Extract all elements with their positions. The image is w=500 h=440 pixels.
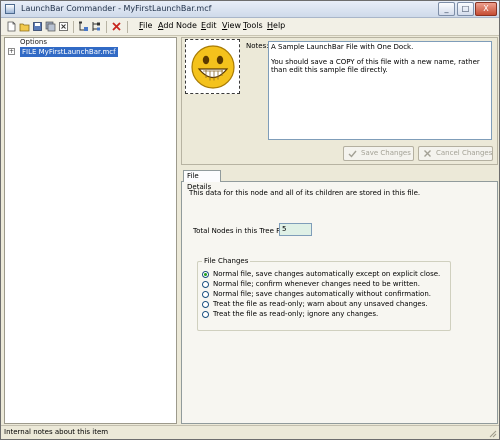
toolbar-separator (127, 21, 128, 33)
save-icon[interactable] (32, 21, 43, 32)
radio-button[interactable] (202, 301, 209, 308)
status-text: Internal notes about this item (4, 428, 109, 436)
menu-help[interactable]: Help (267, 21, 285, 30)
save-changes-label: Save Changes (361, 149, 411, 157)
menu-view[interactable]: View (222, 21, 241, 30)
delete-icon[interactable] (111, 21, 122, 32)
tree-node-file[interactable]: + FILE MyFirstLaunchBar.mcf (7, 47, 175, 57)
resize-grip-icon[interactable] (488, 429, 497, 438)
menu-edit-label: dit (206, 21, 217, 30)
maximize-button[interactable]: □ (457, 2, 474, 16)
radio-label[interactable]: Normal file, save changes automatically … (213, 270, 440, 278)
node-icon-box[interactable] (185, 39, 240, 94)
expand-icon[interactable]: + (8, 48, 15, 55)
radio-option-read-only-ignore[interactable]: Treat the file as read-only; ignore any … (202, 310, 448, 319)
cancel-icon (424, 150, 431, 157)
total-nodes-field[interactable]: 5 (279, 223, 312, 236)
status-bar: Internal notes about this item (1, 425, 499, 439)
menu-add-node-label: dd Node (163, 21, 197, 30)
file-details-panel: This data for this node and all of its c… (181, 181, 498, 424)
notes-textarea[interactable]: A Sample LaunchBar File with One Dock. Y… (268, 41, 492, 140)
close-button[interactable]: X (475, 2, 497, 16)
menu-file[interactable]: File (139, 21, 152, 30)
new-file-icon[interactable] (6, 21, 17, 32)
notes-label: Notes: (246, 42, 269, 50)
open-folder-icon[interactable] (19, 21, 30, 32)
radio-label[interactable]: Treat the file as read-only; ignore any … (213, 310, 378, 318)
app-window: LaunchBar Commander - MyFirstLaunchBar.m… (0, 0, 500, 440)
add-child-icon[interactable] (78, 21, 89, 32)
horizontal-splitter[interactable] (181, 166, 498, 168)
radio-button[interactable] (202, 281, 209, 288)
menu-help-label: elp (273, 21, 286, 30)
menu-file-label: ile (143, 21, 153, 30)
menu-edit[interactable]: Edit (201, 21, 217, 30)
title-bar[interactable]: LaunchBar Commander - MyFirstLaunchBar.m… (1, 1, 499, 18)
notes-line-1: A Sample LaunchBar File with One Dock. (271, 43, 414, 51)
radio-label[interactable]: Normal file; save changes automatically … (213, 290, 431, 298)
minimize-button[interactable]: _ (438, 2, 455, 16)
add-sibling-icon[interactable] (91, 21, 102, 32)
menu-tools[interactable]: Tools (243, 21, 263, 30)
toolbar-separator (73, 21, 74, 33)
checkmark-icon (348, 150, 357, 158)
radio-button[interactable] (202, 271, 209, 278)
radio-option-confirm-writes[interactable]: Normal file; confirm whenever changes ne… (202, 280, 448, 289)
radio-option-auto-save-no-confirm[interactable]: Normal file; save changes automatically … (202, 290, 448, 299)
radio-label[interactable]: Normal file; confirm whenever changes ne… (213, 280, 420, 288)
toolbar-separator (106, 21, 107, 33)
menu-add-node[interactable]: Add Node (158, 21, 197, 30)
cancel-changes-button[interactable]: Cancel Changes (418, 146, 493, 161)
notes-line-2: You should save a COPY of this file with… (271, 58, 480, 74)
total-nodes-label: Total Nodes in this Tree File: (193, 227, 291, 235)
file-changes-group: File Changes Normal file, save changes a… (197, 257, 451, 331)
tree-node-label[interactable]: FILE MyFirstLaunchBar.mcf (20, 47, 118, 57)
radio-option-auto-save-except-close[interactable]: Normal file, save changes automatically … (202, 270, 448, 279)
file-changes-legend: File Changes (202, 257, 251, 265)
window-title: LaunchBar Commander - MyFirstLaunchBar.m… (21, 4, 212, 13)
save-all-icon[interactable] (45, 21, 56, 32)
save-changes-button[interactable]: Save Changes (343, 146, 414, 161)
cancel-changes-label: Cancel Changes (436, 149, 493, 157)
tree-view[interactable]: Options + FILE MyFirstLaunchBar.mcf (4, 37, 177, 424)
toolbar: File Add Node Edit View Tools Help (1, 18, 499, 36)
tab-file-details[interactable]: File Details (183, 170, 221, 191)
radio-button[interactable] (202, 311, 209, 318)
smiley-icon (191, 45, 235, 89)
radio-button[interactable] (202, 291, 209, 298)
app-icon (5, 4, 15, 14)
storage-info-text: This data for this node and all of its c… (189, 189, 421, 197)
menu-view-label: iew (227, 21, 241, 30)
close-file-icon[interactable] (58, 21, 69, 32)
node-header-panel: Notes: A Sample LaunchBar File with One … (181, 37, 498, 165)
radio-label[interactable]: Treat the file as read-only; warn about … (213, 300, 428, 308)
menu-tools-label: ools (246, 21, 263, 30)
radio-option-read-only-warn[interactable]: Treat the file as read-only; warn about … (202, 300, 448, 309)
